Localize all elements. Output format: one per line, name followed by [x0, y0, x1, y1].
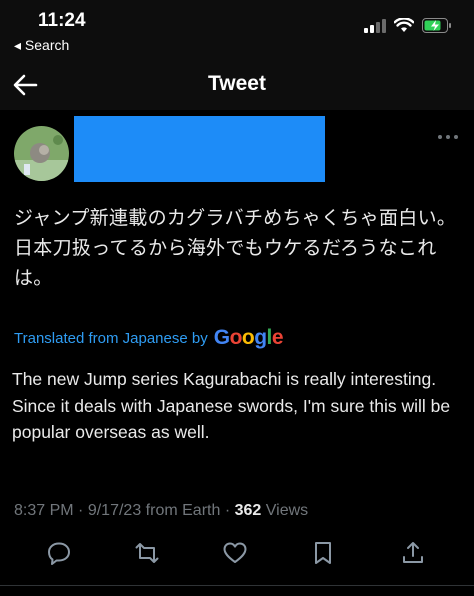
tweet-time: 8:37 PM [14, 502, 74, 519]
status-time: 11:24 [38, 10, 86, 31]
page-title: Tweet [208, 72, 266, 95]
status-bar: 11:24 ◂ Search [0, 0, 474, 60]
wifi-icon [394, 18, 414, 32]
views-label[interactable]: Views [266, 502, 308, 519]
tweet-meta: 8:37 PM · 9/17/23 from Earth · 362 Views [14, 502, 308, 520]
reply-icon[interactable] [46, 540, 72, 566]
views-count[interactable]: 362 [235, 502, 262, 519]
meta-separator: · [224, 502, 235, 519]
avatar-image [14, 126, 69, 181]
retweet-icon[interactable] [134, 540, 160, 566]
more-options-icon[interactable] [436, 132, 460, 142]
bookmark-icon[interactable] [310, 540, 336, 566]
tweet-text: ジャンプ新連載のカグラバチめちゃくちゃ面白い。日本刀扱ってるから海外でもウケるだ… [14, 208, 457, 289]
battery-charging-icon [422, 18, 451, 33]
nav-bar: Tweet [0, 60, 474, 110]
cellular-signal-icon [364, 18, 386, 33]
like-icon[interactable] [222, 540, 248, 566]
translated-text-line-1: The new Jump series Kagurabachi is reall… [12, 369, 437, 389]
tweet-source: from Earth [145, 502, 221, 519]
back-app-label: Search [24, 37, 70, 53]
google-logo: Google [213, 326, 284, 349]
status-icons [364, 18, 452, 33]
share-icon[interactable] [400, 540, 426, 566]
redacted-author-name [74, 116, 325, 182]
translated-label: Translated from Japanese by [14, 329, 208, 347]
translation-attribution[interactable]: Translated from Japanese by Google [14, 326, 284, 350]
translated-text-line-2: Since it deals with Japanese swords, I'm… [12, 395, 451, 443]
divider [0, 585, 474, 586]
translated-text: The new Jump series Kagurabachi is reall… [12, 366, 462, 446]
avatar[interactable] [14, 126, 69, 181]
tweet-date: 9/17/23 [87, 502, 142, 519]
meta-separator: · [78, 502, 88, 519]
back-to-search-link[interactable]: ◂ Search [14, 37, 69, 54]
